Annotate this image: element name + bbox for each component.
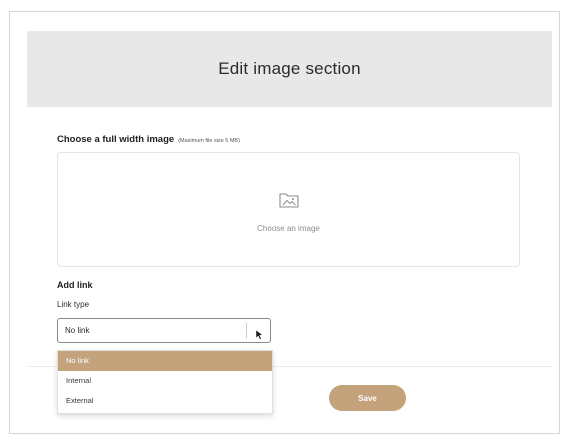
- file-size-hint: (Maximum file size 5 MB): [178, 138, 240, 144]
- select-divider: [246, 323, 247, 338]
- link-type-selected-value: No link: [65, 326, 90, 335]
- image-section-label: Choose a full width image (Maximum file s…: [57, 134, 240, 145]
- link-type-dropdown-menu: No link Internal External: [57, 350, 273, 414]
- mouse-cursor-icon: [255, 327, 265, 345]
- choose-image-text: Choose an image: [257, 224, 320, 233]
- image-label-text: Choose a full width image: [57, 134, 175, 145]
- image-folder-icon: [278, 191, 300, 214]
- link-type-select[interactable]: No link: [57, 318, 271, 343]
- add-link-heading: Add link: [57, 280, 93, 290]
- modal-header: Edit image section: [27, 31, 552, 107]
- save-button[interactable]: Save: [329, 385, 406, 411]
- image-dropzone[interactable]: Choose an image: [57, 152, 520, 267]
- modal-title: Edit image section: [218, 59, 361, 78]
- link-type-label: Link type: [57, 300, 90, 309]
- dropdown-option-internal[interactable]: Internal: [58, 371, 272, 391]
- dropdown-option-no-link[interactable]: No link: [58, 351, 272, 371]
- dropdown-option-external[interactable]: External: [58, 391, 272, 411]
